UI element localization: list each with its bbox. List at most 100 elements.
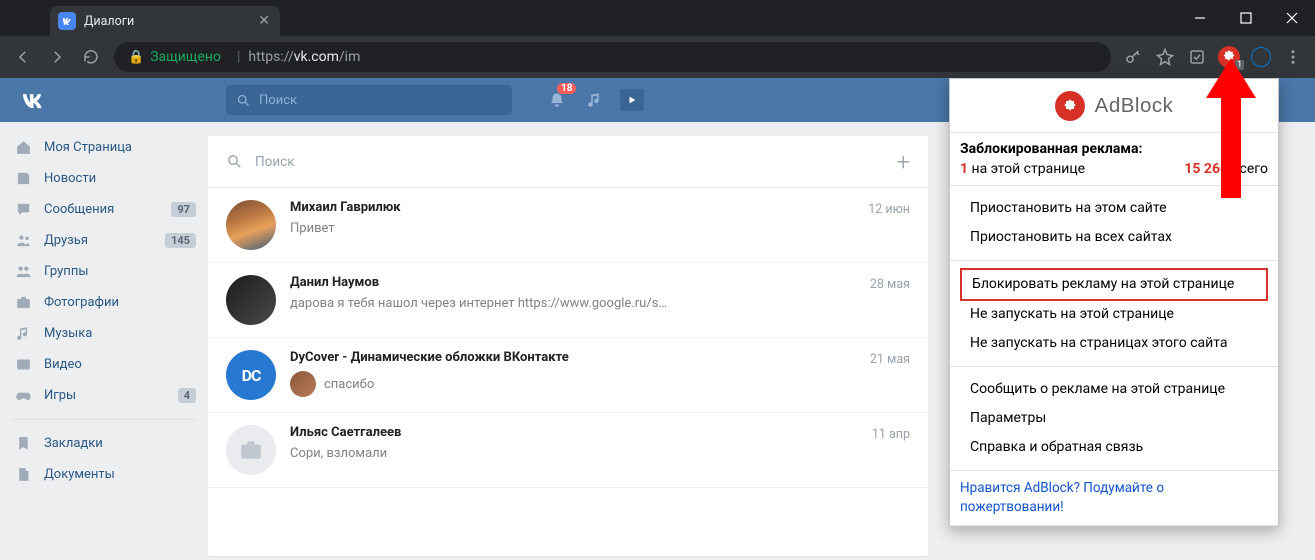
sidebar-item-chat[interactable]: Сообщения 97 bbox=[0, 194, 208, 225]
sidebar-item-label: Закладки bbox=[44, 436, 103, 451]
video-icon bbox=[12, 355, 34, 375]
nav-forward[interactable] bbox=[40, 40, 74, 74]
sidebar-item-group[interactable]: Группы bbox=[0, 256, 208, 287]
new-dialog-button[interactable]: + bbox=[896, 148, 910, 176]
camera-icon bbox=[12, 293, 34, 313]
extension-edge-icon[interactable] bbox=[1245, 41, 1277, 73]
nav-reload[interactable] bbox=[74, 40, 108, 74]
nav-back[interactable] bbox=[6, 40, 40, 74]
sidebar-item-label: Видео bbox=[44, 357, 82, 372]
chrome-toolbar: 🔒 Защищено | https://vk.com/im 1 bbox=[0, 36, 1315, 78]
reply-avatar bbox=[290, 371, 316, 397]
dialog-date: 28 мая bbox=[870, 277, 910, 292]
adblock-logo-text: AdBlock bbox=[1095, 94, 1174, 118]
dialog-avatar bbox=[226, 425, 276, 475]
sidebar-item-label: Сообщения bbox=[44, 202, 114, 217]
vk-header-search[interactable]: Поиск bbox=[226, 85, 512, 115]
adblock-section: Приостановить на этом сайтеПриостановить… bbox=[950, 186, 1278, 261]
sidebar-item-video[interactable]: Видео bbox=[0, 349, 208, 380]
dialog-row[interactable]: Ильяс Саетгалеев Сори, взломали 11 апр bbox=[208, 413, 928, 488]
dialog-avatar bbox=[226, 275, 276, 325]
doc-icon bbox=[12, 465, 34, 485]
dialog-row[interactable]: Михаил ГаврилюкПривет12 июн bbox=[208, 188, 928, 263]
dialog-date: 12 июн bbox=[868, 202, 910, 217]
dialog-row[interactable]: Данил Наумов дарова я тебя нашол через ин… bbox=[208, 263, 928, 338]
adblock-section: Блокировать рекламу на этой страницеНе з… bbox=[950, 261, 1278, 367]
chrome-menu-icon[interactable] bbox=[1277, 41, 1309, 73]
vk-sidebar: Моя Страница Новости Сообщения 97 Друзья145 Г… bbox=[0, 122, 208, 560]
sidebar-item-label: Игры bbox=[44, 388, 76, 403]
sidebar-badge: 97 bbox=[171, 202, 196, 217]
vk-logo[interactable] bbox=[20, 86, 48, 114]
address-bar[interactable]: 🔒 Защищено | https://vk.com/im bbox=[114, 42, 1111, 72]
music-icon[interactable] bbox=[576, 86, 614, 114]
home-icon bbox=[12, 138, 34, 158]
friends-icon bbox=[12, 231, 34, 251]
sidebar-item-friends[interactable]: Друзья145 bbox=[0, 225, 208, 256]
adblock-menu-item[interactable]: Справка и обратная связь bbox=[960, 433, 1268, 462]
adblock-menu-item[interactable]: Приостановить на всех сайтах bbox=[960, 223, 1268, 252]
sidebar-item-newspaper[interactable]: Новости bbox=[0, 163, 208, 194]
dialog-avatar: DC bbox=[226, 350, 276, 400]
window-minimize[interactable] bbox=[1177, 0, 1223, 36]
sidebar-item-music[interactable]: Музыка bbox=[0, 318, 208, 349]
browser-tab[interactable]: Диалоги ✕ bbox=[50, 6, 280, 36]
sidebar-item-game[interactable]: Игры4 bbox=[0, 380, 208, 411]
newspaper-icon bbox=[12, 169, 34, 189]
adblock-count-badge: 1 bbox=[1235, 60, 1244, 70]
window-controls bbox=[1177, 0, 1315, 36]
sidebar-item-bookmark[interactable]: Закладки bbox=[0, 428, 208, 459]
dialog-date: 11 апр bbox=[872, 427, 910, 442]
sidebar-item-camera[interactable]: Фотографии bbox=[0, 287, 208, 318]
extension-adblock-icon[interactable]: 1 bbox=[1213, 41, 1245, 73]
sidebar-item-doc[interactable]: Документы bbox=[0, 459, 208, 490]
adblock-menu-item[interactable]: Приостановить на этом сайте bbox=[960, 194, 1268, 223]
sidebar-badge: 145 bbox=[165, 233, 196, 248]
adblock-page-stat: 1 на этой странице bbox=[960, 161, 1085, 177]
music-icon bbox=[12, 324, 34, 344]
sidebar-item-label: Фотографии bbox=[44, 295, 119, 310]
extension-unknown-icon[interactable] bbox=[1181, 41, 1213, 73]
sidebar-item-label: Моя Страница bbox=[44, 140, 132, 155]
dialog-date: 21 мая bbox=[870, 352, 910, 367]
dialog-snippet: дарова я тебя нашол через интернет https… bbox=[290, 296, 667, 311]
adblock-menu-item[interactable]: Не запускать на этой странице bbox=[960, 300, 1268, 329]
window-maximize[interactable] bbox=[1223, 0, 1269, 36]
adblock-menu-item[interactable]: Параметры bbox=[960, 404, 1268, 433]
adblock-header: AdBlock bbox=[950, 79, 1278, 133]
sidebar-item-label: Группы bbox=[44, 264, 88, 279]
dialog-snippet: Сори, взломали bbox=[290, 446, 387, 461]
window-close[interactable] bbox=[1269, 0, 1315, 36]
dialogs-search-placeholder[interactable]: Поиск bbox=[255, 154, 896, 170]
chrome-tabstrip: Диалоги ✕ bbox=[0, 0, 1315, 36]
lock-icon: 🔒 bbox=[128, 50, 144, 65]
adblock-menu-item[interactable]: Не запускать на страницах этого сайта bbox=[960, 329, 1268, 358]
dialog-row[interactable]: DCDyCover - Динамические обложки ВКонтак… bbox=[208, 338, 928, 413]
vk-dialogs-panel: Поиск + Михаил ГаврилюкПривет12 июнДанил… bbox=[208, 136, 928, 556]
adblock-donate-link[interactable]: Нравится AdBlock? Подумайте о пожертвова… bbox=[950, 471, 1278, 526]
chat-icon bbox=[12, 200, 34, 220]
sidebar-item-label: Новости bbox=[44, 171, 96, 186]
dialog-name: Ильяс Саетгалеев bbox=[290, 425, 910, 440]
adblock-menu-item[interactable]: Сообщить о рекламе на этой странице bbox=[960, 375, 1268, 404]
adblock-menu-item[interactable]: Блокировать рекламу на этой странице bbox=[960, 268, 1268, 301]
dialog-snippet: Привет bbox=[290, 221, 335, 236]
bookmark-icon bbox=[12, 434, 34, 454]
key-icon[interactable] bbox=[1117, 41, 1149, 73]
adblock-popup: AdBlock Заблокированная реклама: 1 на эт… bbox=[949, 78, 1279, 527]
adblock-section: Сообщить о рекламе на этой страницеПарам… bbox=[950, 367, 1278, 471]
toolbar-right: 1 bbox=[1117, 41, 1309, 73]
dialog-name: Данил Наумов bbox=[290, 275, 910, 290]
tab-title: Диалоги bbox=[84, 14, 258, 29]
dialog-avatar bbox=[226, 200, 276, 250]
dialogs-search-row: Поиск + bbox=[208, 136, 928, 188]
star-icon[interactable] bbox=[1149, 41, 1181, 73]
sidebar-item-home[interactable]: Моя Страница bbox=[0, 132, 208, 163]
play-button[interactable] bbox=[620, 89, 644, 111]
sidebar-item-label: Документы bbox=[44, 467, 115, 482]
group-icon bbox=[12, 262, 34, 282]
tab-close-icon[interactable]: ✕ bbox=[258, 13, 270, 29]
notification-icon[interactable]: 18 bbox=[538, 86, 576, 114]
adblock-logo-icon bbox=[1055, 91, 1085, 121]
sidebar-item-label: Музыка bbox=[44, 326, 92, 341]
